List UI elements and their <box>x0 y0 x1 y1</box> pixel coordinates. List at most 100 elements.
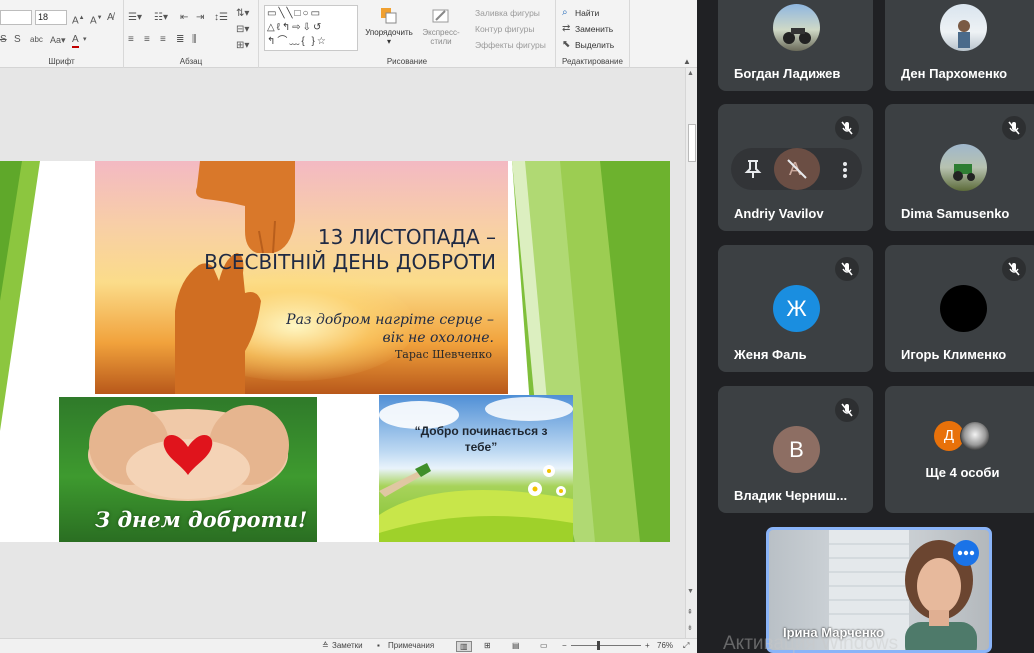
quick-styles-icon <box>432 9 449 23</box>
shape-outline-button[interactable]: Контур фигуры <box>475 23 534 35</box>
zoom-slider-thumb[interactable] <box>596 641 600 650</box>
participant-name: Игорь Клименко <box>901 347 1007 362</box>
zoom-level[interactable]: 76% <box>657 641 673 650</box>
paragraph-group-label: Абзац <box>179 57 203 66</box>
normal-view-icon[interactable]: ▥ <box>456 641 472 652</box>
arrange-icon <box>381 8 397 24</box>
slideshow-icon[interactable]: ▭ <box>540 641 548 650</box>
participant-avatar <box>940 144 987 191</box>
more-options-icon[interactable] <box>842 161 848 179</box>
align-left-icon[interactable]: ≡ <box>128 34 134 46</box>
shape-effects-button[interactable]: Эффекты фигуры <box>475 39 546 51</box>
mic-muted-icon <box>835 116 859 140</box>
shrink-font-icon[interactable]: A▼ <box>90 12 103 27</box>
grow-font-icon[interactable]: A▲ <box>72 12 85 27</box>
smartart-icon[interactable]: ⊞▾ <box>236 40 249 52</box>
font-group: 18 A▲ A▼ A̸ S S abc Aa▾ A ▾ Шрифт <box>0 0 124 68</box>
reading-view-icon[interactable]: ▤ <box>512 641 520 650</box>
mute-for-all-icon[interactable]: A <box>774 148 820 190</box>
columns-icon[interactable]: ⫼ <box>192 34 197 46</box>
font-size-input[interactable]: 18 <box>35 10 67 25</box>
scrollbar-thumb[interactable] <box>688 124 696 162</box>
slide-quote-line1: Раз добром нагріте серце – <box>286 312 494 328</box>
slide-title-line2: ВСЕСВІТНІЙ ДЕНЬ ДОБРОТИ <box>204 250 496 274</box>
notes-icon: ≙ <box>322 641 329 650</box>
prev-slide-icon[interactable]: ⇞ <box>687 608 693 616</box>
zoom-out-button[interactable]: − <box>562 641 567 650</box>
quick-styles-label: Экспресс-стили <box>422 28 460 46</box>
drawing-group-label: Рисование <box>386 57 428 66</box>
align-right-icon[interactable]: ≡ <box>160 34 166 46</box>
clear-format-icon[interactable]: A̸ <box>107 12 114 24</box>
participant-tile[interactable]: A Andriy Vavilov <box>718 104 873 231</box>
decrease-indent-icon[interactable]: ⇤ <box>180 12 188 24</box>
participant-name: Dima Samusenko <box>901 206 1010 221</box>
text-direction-icon[interactable]: ⇅▾ <box>236 8 249 20</box>
find-button[interactable]: Найти <box>575 7 599 19</box>
others-count-label: Ще 4 особи <box>925 465 1000 480</box>
comments-button[interactable]: Примечания <box>388 641 434 650</box>
mic-muted-icon <box>835 257 859 281</box>
tile-hover-controls: A <box>731 148 862 190</box>
quote-author: Тарас Шевченко <box>394 348 492 361</box>
find-icon: ⌕ <box>562 7 568 18</box>
next-slide-icon[interactable]: ⇟ <box>687 624 693 632</box>
participant-tile[interactable]: Dima Samusenko <box>885 104 1034 231</box>
dropdown-chevron-icon[interactable]: ▾ <box>83 34 87 46</box>
tractor-photo <box>953 164 975 181</box>
scroll-up-icon[interactable]: ▲ <box>687 70 694 77</box>
participant-tile[interactable]: Ж Женя Фаль <box>718 245 873 372</box>
increase-indent-icon[interactable]: ⇥ <box>196 12 204 24</box>
participant-tile[interactable]: Богдан Ладижев <box>718 0 873 91</box>
left-picture-caption: З днем доброти! <box>95 507 308 532</box>
change-case-icon[interactable]: Aa▾ <box>50 34 66 46</box>
slide[interactable]: 13 ЛИСТОПАДА – ВСЕСВІТНІЙ ДЕНЬ ДОБРОТИ Р… <box>0 161 670 542</box>
bullets-icon[interactable]: ☰▾ <box>128 12 142 24</box>
align-center-icon[interactable]: ≡ <box>144 34 150 46</box>
char-spacing-icon[interactable]: abc <box>30 34 43 46</box>
pin-icon[interactable] <box>743 158 763 180</box>
arrange-button[interactable]: Упорядочить ▾ <box>361 6 417 46</box>
justify-icon[interactable]: ≣ <box>176 34 184 46</box>
paragraph-group: ☰▾ ☷▾ ⇤ ⇥ ↕☰ ⇅▾ ≡ ≡ ≡ ≣ ⫼ ⊟▾ ⊞▾ Абзац <box>124 0 259 68</box>
mic-muted-icon <box>1002 257 1026 281</box>
zoom-in-button[interactable]: + <box>645 641 650 650</box>
slide-quote: Раз добром нагріте серце – вік не охолон… <box>286 311 494 347</box>
shapes-gallery[interactable]: ▭╲╲□○▭ △ℓ↰⇨⇩↺ ↰⌒﹏{ }☆ <box>264 5 358 51</box>
participant-tile[interactable]: В Владик Черниш... <box>718 386 873 513</box>
replace-button[interactable]: Заменить <box>575 23 613 35</box>
numbering-icon[interactable]: ☷▾ <box>154 12 168 24</box>
participant-name: Ден Пархоменко <box>901 66 1008 81</box>
right-caption-line2: тебе” <box>464 440 498 454</box>
mic-muted-icon <box>835 398 859 422</box>
select-button[interactable]: Выделить <box>575 39 614 51</box>
quick-styles-button[interactable]: Экспресс-стили <box>419 6 463 46</box>
participant-tile[interactable]: Игорь Клименко <box>885 245 1034 372</box>
mic-muted-icon <box>1002 116 1026 140</box>
hands-heart-picture: З днем доброти! <box>59 397 317 542</box>
line-spacing-icon[interactable]: ↕☰ <box>214 12 228 24</box>
participant-name: Богдан Ладижев <box>734 66 841 81</box>
zoom-slider[interactable] <box>571 645 641 646</box>
participant-name: Женя Фаль <box>734 347 807 362</box>
participant-avatar <box>940 285 987 332</box>
shadow-icon[interactable]: S <box>14 34 21 46</box>
align-text-icon[interactable]: ⊟▾ <box>236 24 249 36</box>
notes-button[interactable]: Заметки <box>332 641 363 650</box>
powerpoint-window: 18 A▲ A▼ A̸ S S abc Aa▾ A ▾ Шрифт ☰▾ ☷▾ … <box>0 0 697 653</box>
fit-slide-icon[interactable]: ⤢ <box>683 641 689 651</box>
arrange-label: Упорядочить <box>365 28 413 37</box>
font-name-input[interactable] <box>0 10 32 25</box>
slide-sorter-icon[interactable]: ⊞ <box>484 641 491 650</box>
collapse-ribbon-icon[interactable]: ▲ <box>683 56 691 68</box>
others-tile[interactable]: Д Ще 4 особи <box>885 386 1034 513</box>
scroll-down-icon[interactable]: ▼ <box>687 588 694 595</box>
vertical-scrollbar[interactable]: ▲ ▼ ⇞ ⇟ <box>685 68 697 638</box>
font-color-icon[interactable]: A <box>72 34 79 48</box>
comments-icon: ▪ <box>377 641 380 650</box>
select-icon: ⬉ <box>562 39 571 50</box>
self-view-options-icon[interactable] <box>953 540 979 566</box>
strikethrough-icon[interactable]: S <box>0 34 7 46</box>
shape-fill-button[interactable]: Заливка фигуры <box>475 7 540 19</box>
participant-tile[interactable]: Ден Пархоменко <box>885 0 1034 91</box>
